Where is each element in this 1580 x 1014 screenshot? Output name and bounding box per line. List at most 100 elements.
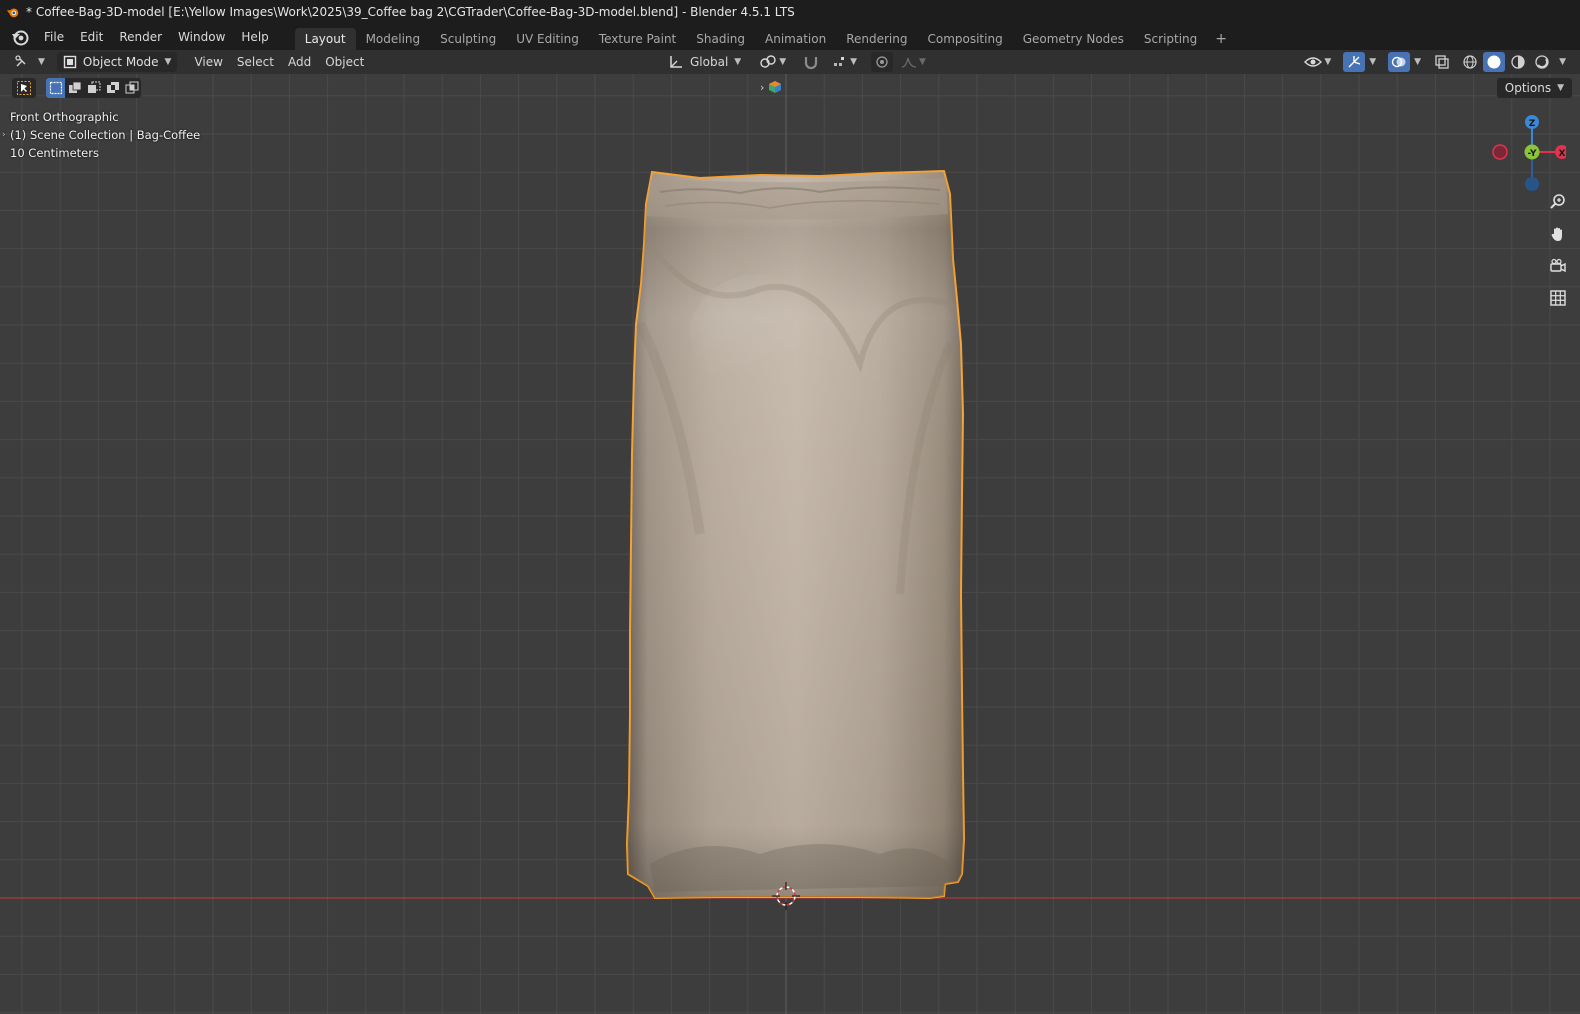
select-extend-icon	[68, 81, 81, 93]
shading-rendered[interactable]	[1531, 52, 1553, 72]
selection-mode-intersect[interactable]	[122, 78, 141, 98]
top-bar: File Edit Render Window Help Layout Mode…	[0, 24, 1580, 50]
selection-mode-difference[interactable]	[103, 78, 122, 98]
tab-sculpting[interactable]: Sculpting	[430, 28, 506, 50]
window-titlebar: * Coffee-Bag-3D-model [E:\Yellow Images\…	[0, 0, 1580, 24]
gizmo-neg-z-icon[interactable]	[1525, 177, 1539, 191]
chevron-down-icon[interactable]: ▼	[1559, 57, 1566, 67]
object-data-icon	[769, 81, 782, 93]
menu-object[interactable]: Object	[318, 52, 371, 72]
selection-mode-new[interactable]	[46, 78, 65, 98]
menu-add[interactable]: Add	[281, 52, 318, 72]
tab-scripting[interactable]: Scripting	[1134, 28, 1207, 50]
menu-edit[interactable]: Edit	[72, 27, 111, 47]
gizmo-z-label: Z	[1529, 119, 1536, 129]
selection-mode-extend[interactable]	[65, 78, 84, 98]
menu-render[interactable]: Render	[111, 27, 170, 47]
xray-toggle[interactable]	[1431, 52, 1453, 72]
shading-material[interactable]	[1507, 52, 1529, 72]
tab-modeling[interactable]: Modeling	[356, 28, 431, 50]
blender-logo-icon[interactable]	[10, 27, 30, 47]
select-cursor-icon	[17, 81, 31, 95]
header-right-tools: ▼ ▼ ▼ ▼	[1300, 52, 1566, 72]
tab-uv-editing[interactable]: UV Editing	[506, 28, 589, 50]
tab-rendering[interactable]: Rendering	[836, 28, 917, 50]
mode-dropdown[interactable]: Object Mode ▼	[56, 52, 178, 72]
bag-shading-overlay	[627, 171, 964, 898]
chevron-right-icon[interactable]: ›	[2, 126, 6, 144]
select-subtract-icon	[87, 81, 100, 93]
chevron-down-icon[interactable]: ▼	[1414, 57, 1421, 67]
menu-view[interactable]: View	[187, 52, 229, 72]
object-mode-icon	[63, 55, 77, 69]
falloff-curve-icon	[901, 57, 917, 68]
menu-select[interactable]: Select	[230, 52, 281, 72]
chevron-down-icon: ▼	[734, 57, 742, 67]
snap-increment-icon	[834, 57, 845, 66]
header-center-tools: Global ▼ ▼ ▼ ▼	[664, 52, 930, 72]
coffee-bag-object[interactable]	[0, 74, 1580, 1014]
add-workspace-button[interactable]: +	[1207, 28, 1235, 50]
orientation-label: Global	[690, 55, 729, 69]
snap-toggle[interactable]	[798, 52, 824, 72]
gizmo-neg-x-icon[interactable]	[1492, 144, 1508, 160]
gizmo-y-label: -Y	[1528, 149, 1537, 159]
menu-window[interactable]: Window	[170, 27, 233, 47]
chevron-down-icon: ▼	[850, 57, 858, 67]
options-label: Options	[1504, 81, 1552, 95]
viewport-header: ▼ Object Mode ▼ View Select Add Object G…	[0, 50, 1580, 74]
transform-orientation-dropdown[interactable]: Global ▼	[664, 52, 745, 72]
chevron-down-icon: ▼	[1557, 83, 1564, 93]
viewport-tool-settings	[12, 78, 141, 98]
tab-animation[interactable]: Animation	[755, 28, 836, 50]
ortho-grid-icon[interactable]	[1546, 286, 1570, 310]
menu-file[interactable]: File	[36, 27, 72, 47]
proportional-edit-toggle[interactable]	[871, 52, 894, 72]
selection-mode-group	[46, 78, 141, 98]
tab-texture-paint[interactable]: Texture Paint	[589, 28, 686, 50]
visibility-dropdown[interactable]: ▼	[1300, 52, 1335, 72]
chevron-down-icon: ▼	[1324, 57, 1332, 67]
grid-scale-label: 10 Centimeters	[10, 146, 99, 160]
tab-geometry-nodes[interactable]: Geometry Nodes	[1013, 28, 1134, 50]
pan-hand-icon[interactable]	[1546, 222, 1570, 246]
chevron-down-icon: ▼	[779, 57, 787, 67]
eye-icon	[1304, 57, 1323, 67]
zoom-icon[interactable]	[1546, 190, 1570, 214]
shading-wireframe[interactable]	[1459, 52, 1481, 72]
options-dropdown[interactable]: Options ▼	[1496, 78, 1572, 98]
chevron-down-icon[interactable]: ▼	[1369, 57, 1376, 67]
proportional-edit-icon	[876, 56, 888, 68]
navigation-gizmo[interactable]: Z X -Y	[1482, 110, 1566, 194]
chevron-down-icon: ▼	[164, 57, 172, 67]
shading-solid[interactable]	[1483, 52, 1506, 72]
camera-icon[interactable]	[1546, 254, 1570, 278]
select-new-icon	[49, 81, 62, 95]
3d-cursor-icon[interactable]	[770, 880, 802, 912]
blender-app-icon	[6, 8, 19, 18]
select-intersect-icon	[125, 81, 138, 94]
tab-compositing[interactable]: Compositing	[917, 28, 1012, 50]
solid-sphere-icon	[1487, 55, 1501, 69]
editor-type-button[interactable]: ▼	[10, 52, 49, 72]
overlays-toggle[interactable]	[1388, 52, 1411, 72]
3d-viewport[interactable]: › Front Orthographic › (1) Scene Collect…	[0, 74, 1580, 1014]
snap-target-dropdown[interactable]: ▼	[828, 52, 861, 72]
tab-shading[interactable]: Shading	[686, 28, 755, 50]
selection-mode-subtract[interactable]	[84, 78, 103, 98]
xray-icon	[1435, 55, 1449, 69]
tool-select-button[interactable]	[12, 78, 36, 98]
tab-layout[interactable]: Layout	[294, 28, 356, 50]
proportional-falloff-dropdown[interactable]: ▼	[897, 52, 930, 72]
bag-highlight	[690, 274, 830, 394]
menu-help[interactable]: Help	[233, 27, 276, 47]
chevron-down-icon: ▼	[919, 57, 926, 67]
pivot-link-icon	[760, 55, 776, 68]
rendered-sphere-icon	[1535, 55, 1549, 69]
viewport-info-overlay: Front Orthographic › (1) Scene Collectio…	[2, 108, 200, 162]
gizmo-icon	[1348, 56, 1361, 68]
orientation-icon	[670, 56, 682, 68]
gizmo-toggle[interactable]	[1343, 52, 1366, 72]
pivot-point-dropdown[interactable]: ▼	[755, 52, 790, 72]
sidebar-collapse-toggle[interactable]: ›	[760, 78, 782, 96]
